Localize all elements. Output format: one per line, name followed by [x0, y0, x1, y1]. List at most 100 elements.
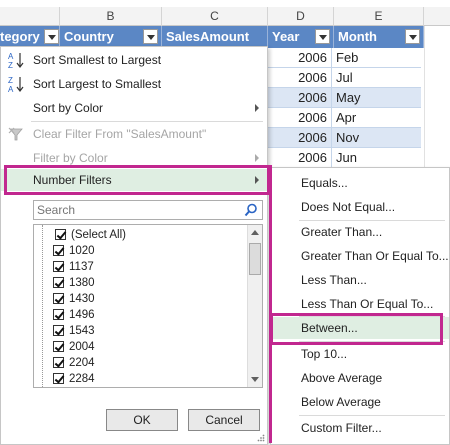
svg-text:A: A: [8, 52, 14, 61]
table-header-label: Country: [64, 29, 114, 44]
custom-filter-item[interactable]: Custom Filter...: [271, 417, 449, 439]
menu-item-label: Clear Filter From "SalesAmount": [33, 127, 207, 141]
sort-by-color-item[interactable]: Sort by Color: [1, 97, 267, 119]
list-item-label: 1543: [69, 325, 95, 337]
year-cell: 2006: [266, 108, 332, 128]
filter-dropdown-panel: A Z Sort Smallest to Largest Z A Sort La…: [0, 46, 268, 445]
scroll-thumb[interactable]: [249, 243, 261, 275]
list-item-label: 1430: [69, 293, 95, 305]
checkbox-checked[interactable]: [53, 245, 64, 256]
table-row[interactable]: 2006 Feb: [266, 48, 421, 68]
table-header-row: tegory Country SalesAmount Year Month: [0, 26, 450, 48]
checkbox-checked[interactable]: [53, 261, 64, 272]
table-header-label: SalesAmount: [166, 29, 250, 44]
value-checkbox-list[interactable]: (Select All) 1020 1137 1380 1430 1496 15…: [33, 224, 263, 388]
table-header-label: Year: [272, 29, 300, 44]
filter-dropdown-icon[interactable]: [143, 29, 158, 44]
less-than-item[interactable]: Less Than...: [271, 269, 449, 291]
greater-than-item[interactable]: Greater Than...: [271, 221, 449, 243]
column-header-c[interactable]: C: [162, 7, 268, 26]
list-item-label: 2204: [69, 357, 95, 369]
list-item-label: 1020: [69, 245, 95, 257]
filter-dropdown-icon[interactable]: [315, 29, 330, 44]
table-row[interactable]: 2006 Apr: [266, 108, 421, 128]
year-cell: 2006: [266, 48, 332, 68]
scroll-down-icon[interactable]: [251, 377, 259, 382]
checkbox-checked[interactable]: [53, 357, 64, 368]
month-cell: Feb: [336, 50, 359, 65]
scroll-up-icon[interactable]: [251, 230, 259, 235]
menu-item-label: Sort by Color: [33, 101, 104, 115]
list-item-label: 2323: [69, 385, 95, 387]
submenu-arrow-icon: [255, 154, 259, 162]
search-box[interactable]: [33, 200, 263, 220]
checkbox-checked[interactable]: [53, 277, 64, 288]
month-cell: Nov: [336, 130, 360, 145]
grid-line: [424, 26, 425, 168]
top-10-item[interactable]: Top 10...: [271, 343, 449, 365]
equals-item[interactable]: Equals...: [271, 172, 449, 194]
year-cell: 2006: [266, 148, 332, 168]
does-not-equal-item[interactable]: Does Not Equal...: [271, 196, 449, 218]
column-header-b[interactable]: B: [60, 7, 162, 26]
checkbox-checked[interactable]: [53, 341, 64, 352]
sort-ascending-item[interactable]: A Z Sort Smallest to Largest: [1, 49, 267, 71]
sort-descending-icon: Z A: [8, 76, 24, 93]
list-item-label: 2004: [69, 341, 95, 353]
menu-item-label: Sort Smallest to Largest: [33, 53, 162, 67]
menu-item-label: Sort Largest to Smallest: [33, 77, 162, 91]
checkbox-checked[interactable]: [53, 309, 64, 320]
table-row[interactable]: 2006 May: [266, 88, 421, 108]
filter-dropdown-icon[interactable]: [44, 29, 59, 44]
submenu-arrow-icon: [255, 104, 259, 112]
menu-separator: [299, 415, 445, 416]
checkbox-checked[interactable]: [53, 373, 64, 384]
clear-filter-item[interactable]: Clear Filter From "SalesAmount": [1, 123, 267, 145]
menu-item-label: Filter by Color: [33, 151, 108, 165]
resize-grip-icon[interactable]: [257, 434, 265, 442]
list-item-label: (Select All): [71, 229, 126, 241]
column-header-e[interactable]: E: [334, 7, 424, 26]
month-cell: Jun: [336, 150, 357, 165]
checkbox-checked[interactable]: [53, 387, 64, 388]
number-filters-submenu: Equals... Does Not Equal... Greater Than…: [270, 167, 450, 445]
table-header-label: Month: [338, 29, 377, 44]
menu-separator: [31, 121, 263, 122]
checkbox-checked[interactable]: [53, 293, 64, 304]
list-item-label: 1496: [69, 309, 95, 321]
search-icon[interactable]: [244, 203, 258, 217]
table-row[interactable]: 2006 Jun: [266, 148, 421, 168]
below-average-item[interactable]: Below Average: [271, 391, 449, 413]
list-item-label: 1137: [69, 261, 94, 273]
month-cell: Jul: [336, 70, 353, 85]
tree-connector: [42, 225, 43, 387]
column-header-d[interactable]: D: [268, 7, 334, 26]
cancel-button[interactable]: Cancel: [188, 409, 260, 431]
ok-button[interactable]: OK: [106, 409, 178, 431]
svg-text:Z: Z: [8, 61, 13, 69]
year-cell: 2006: [266, 68, 332, 88]
list-scrollbar[interactable]: [247, 225, 262, 387]
filter-dropdown-icon[interactable]: [405, 29, 420, 44]
between-highlight: [270, 313, 443, 345]
table-row[interactable]: 2006 Nov: [266, 128, 421, 148]
less-than-or-equal-item[interactable]: Less Than Or Equal To...: [271, 293, 449, 315]
checkbox-checked[interactable]: [55, 229, 66, 240]
year-cell: 2006: [266, 88, 332, 108]
sort-ascending-icon: A Z: [8, 52, 24, 69]
month-cell: May: [336, 90, 361, 105]
year-cell: 2006: [266, 128, 332, 148]
month-cell: Apr: [336, 110, 357, 125]
sort-descending-item[interactable]: Z A Sort Largest to Smallest: [1, 73, 267, 95]
table-row[interactable]: 2006 Jul: [266, 68, 421, 88]
number-filters-highlight: [4, 165, 270, 195]
greater-than-or-equal-item[interactable]: Greater Than Or Equal To...: [271, 245, 449, 267]
column-header-a[interactable]: [0, 7, 60, 26]
table-header-salesamount: SalesAmount: [162, 26, 268, 48]
column-header-row: B C D E: [0, 7, 450, 26]
clear-filter-icon: [8, 127, 23, 141]
above-average-item[interactable]: Above Average: [271, 367, 449, 389]
submenu-highlight-connector: [266, 165, 272, 443]
checkbox-checked[interactable]: [53, 325, 64, 336]
search-input[interactable]: [34, 201, 234, 219]
